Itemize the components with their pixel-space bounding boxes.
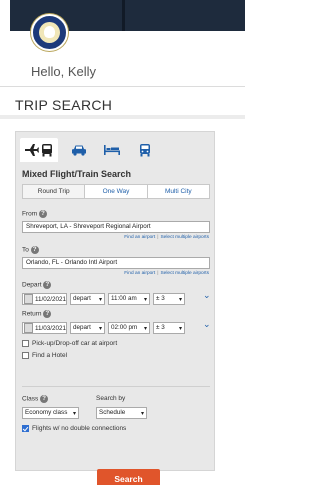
depart-date-field[interactable]: 11/02/2021 <box>22 293 67 305</box>
depart-label: Depart <box>22 281 42 289</box>
depart-date-value: 11/02/2021 <box>34 295 66 303</box>
panel-divider <box>22 386 210 387</box>
return-time-value: 02:00 pm <box>111 324 138 331</box>
chevron-down-icon: ▾ <box>178 326 182 332</box>
from-find-airport-link[interactable]: Find an airport <box>124 235 155 240</box>
class-value: Economy class <box>25 409 68 416</box>
to-label: To <box>22 246 29 254</box>
to-field[interactable]: Orlando, FL - Orlando Intl Airport <box>22 257 210 269</box>
chevron-down-icon: ▾ <box>140 411 144 417</box>
return-mode-value: depart <box>73 324 91 331</box>
pelican-icon <box>44 26 55 38</box>
top-header: Hello, Kelly <box>0 0 245 86</box>
from-label: From <box>22 210 38 218</box>
search-by-value: Schedule <box>99 409 126 416</box>
travel-mode-tabs <box>20 138 157 162</box>
depart-expand-chevron-icon[interactable]: ⌄ <box>203 290 211 301</box>
search-type-heading: Mixed Flight/Train Search <box>22 169 132 179</box>
page-title: TRIP SEARCH <box>15 97 113 113</box>
chevron-down-icon: ▾ <box>98 297 102 303</box>
tab-car[interactable] <box>67 141 91 159</box>
chevron-down-icon: ▾ <box>178 297 182 303</box>
calendar-icon[interactable] <box>24 323 33 333</box>
tab-train[interactable] <box>133 141 157 159</box>
return-date-field[interactable]: 11/03/2021 <box>22 322 67 334</box>
train-icon <box>140 144 150 157</box>
depart-time-value: 11:00 am <box>111 295 137 302</box>
no-double-connections-checkbox[interactable] <box>22 425 29 432</box>
to-label-row: To ? <box>22 246 39 254</box>
depart-window-select[interactable]: ± 3 ▾ <box>153 293 185 305</box>
return-mode-select[interactable]: depart ▾ <box>70 322 105 334</box>
calendar-icon[interactable] <box>24 294 33 304</box>
depart-window-value: ± 3 <box>156 295 165 302</box>
link-separator: | <box>157 271 159 276</box>
help-icon[interactable]: ? <box>30 246 39 254</box>
trip-type-round-trip[interactable]: Round Trip <box>23 185 86 198</box>
to-links: Find an airport | Select multiple airports <box>124 271 209 276</box>
class-select[interactable]: Economy class ▾ <box>22 407 79 419</box>
depart-label-row: Depart ? <box>22 281 52 289</box>
return-date-value: 11/03/2021 <box>34 324 66 332</box>
chevron-down-icon: ▾ <box>143 326 147 332</box>
trip-type-multi-city[interactable]: Multi City <box>148 185 209 198</box>
return-label-row: Return ? <box>22 310 52 318</box>
no-double-connections-label: Flights w/ no double connections <box>32 425 127 432</box>
tab-hotel[interactable] <box>100 141 124 159</box>
find-hotel-label: Find a Hotel <box>32 352 68 359</box>
header-gap <box>0 0 10 31</box>
search-button[interactable]: Search <box>97 469 160 485</box>
car-icon <box>72 145 86 156</box>
from-label-row: From ? <box>22 210 47 218</box>
help-icon[interactable]: ? <box>43 281 52 289</box>
chevron-down-icon: ▾ <box>98 326 102 332</box>
return-label: Return <box>22 310 42 318</box>
depart-mode-select[interactable]: depart ▾ <box>70 293 105 305</box>
to-find-airport-link[interactable]: Find an airport <box>124 271 155 276</box>
find-hotel-checkbox[interactable] <box>22 352 29 359</box>
return-time-select[interactable]: 02:00 pm ▾ <box>108 322 150 334</box>
company-seal-logo[interactable] <box>31 14 68 51</box>
class-label: Class <box>22 395 39 403</box>
greeting-text: Hello, Kelly <box>31 64 97 79</box>
class-label-row: Class ? <box>22 395 49 403</box>
header-divider-line <box>0 86 245 87</box>
return-expand-chevron-icon[interactable]: ⌄ <box>203 319 211 330</box>
help-icon[interactable]: ? <box>40 395 49 403</box>
search-by-select[interactable]: Schedule ▾ <box>96 407 147 419</box>
trip-type-selector: Round Trip One Way Multi City <box>22 184 210 199</box>
help-icon[interactable]: ? <box>43 310 52 318</box>
car-pickup-checkbox[interactable] <box>22 340 29 347</box>
to-multiple-airports-link[interactable]: Select multiple airports <box>160 271 209 276</box>
tab-flight-train[interactable] <box>20 138 58 162</box>
option-no-double-connections[interactable]: Flights w/ no double connections <box>22 425 126 432</box>
chevron-down-icon: ▾ <box>143 297 147 303</box>
from-multiple-airports-link[interactable]: Select multiple airports <box>160 235 209 240</box>
from-links: Find an airport | Select multiple airports <box>124 235 209 240</box>
search-by-label: Search by <box>96 395 126 402</box>
car-pickup-label: Pick-up/Drop-off car at airport <box>32 340 118 347</box>
option-find-hotel[interactable]: Find a Hotel <box>22 352 67 359</box>
chevron-down-icon: ▾ <box>72 411 76 417</box>
depart-mode-value: depart <box>73 295 91 302</box>
from-field[interactable]: Shreveport, LA - Shreveport Regional Air… <box>22 221 210 233</box>
trip-type-one-way[interactable]: One Way <box>85 185 148 198</box>
trip-search-panel: Mixed Flight/Train Search Round Trip One… <box>15 131 215 471</box>
hotel-bed-icon <box>104 145 120 155</box>
depart-time-select[interactable]: 11:00 am ▾ <box>108 293 150 305</box>
plane-train-icon <box>25 144 52 157</box>
option-car-pickup[interactable]: Pick-up/Drop-off car at airport <box>22 340 117 347</box>
help-icon[interactable]: ? <box>38 210 47 218</box>
link-separator: | <box>157 235 159 240</box>
return-window-value: ± 3 <box>156 324 165 331</box>
title-divider <box>0 115 245 119</box>
return-window-select[interactable]: ± 3 ▾ <box>153 322 185 334</box>
header-divider <box>122 0 125 31</box>
